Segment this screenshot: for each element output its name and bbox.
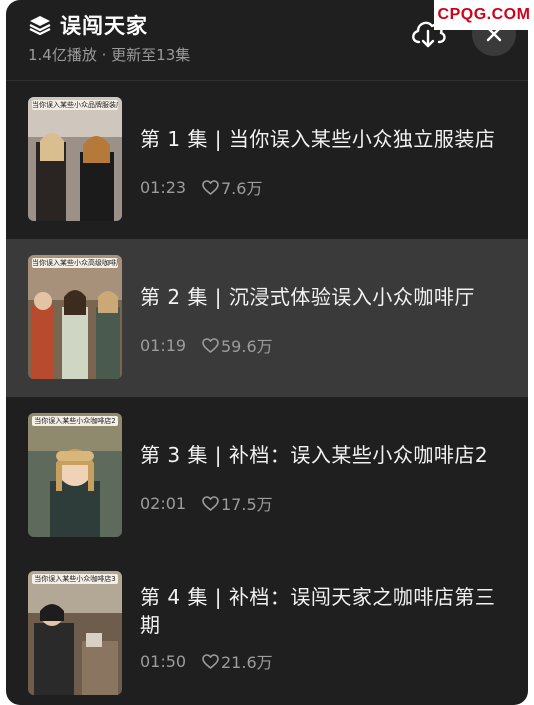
episode-item-2[interactable]: 当你误入某些小众高级咖啡厅 第 2 集 | 沉浸式体验误入小众咖啡厅 01:19…	[6, 239, 528, 397]
episode-meta: 01:23 7.6万	[140, 175, 262, 199]
heart-icon	[202, 653, 219, 669]
episode-title: 第 3 集 | 补档：误入某些小众咖啡店2	[140, 443, 489, 467]
episode-item-4[interactable]: 当你误入某些小众咖啡店3 第 4 集 | 补档：误闯天家之咖啡店第三期 01:5…	[6, 555, 528, 705]
episode-meta: 01:50 21.6万	[140, 649, 273, 673]
episode-thumbnail: 当你误入某些小众咖啡店2	[28, 413, 122, 537]
thumbnail-caption: 当你误入某些小众咖啡店2	[32, 416, 118, 426]
episode-likes: 17.5万	[221, 495, 273, 514]
episode-duration: 01:19	[140, 335, 187, 355]
episode-duration: 01:50	[140, 651, 187, 671]
stack-icon	[29, 16, 51, 36]
episode-thumbnail: 当你误入某些小众咖啡店3	[28, 571, 122, 695]
episode-meta: 02:01 17.5万	[140, 491, 273, 515]
thumbnail-image	[28, 255, 122, 379]
episode-thumbnail: 当你误入某些小众高级咖啡厅	[28, 255, 122, 379]
collection-subtitle: 1.4亿播放 · 更新至13集	[28, 46, 191, 64]
episode-duration: 01:23	[140, 177, 187, 197]
title-row: 误闯天家	[28, 10, 148, 40]
thumbnail-caption: 当你误入某些小众咖啡店3	[32, 574, 118, 584]
episode-list: 当你误入某些小众品牌服装店 第 1 集 | 当你误入某些小众独立服装店 01:2…	[6, 81, 528, 705]
episode-title: 第 1 集 | 当你误入某些小众独立服装店	[140, 127, 496, 151]
thumbnail-caption: 当你误入某些小众品牌服装店	[32, 100, 118, 110]
episode-list-panel: 误闯天家 1.4亿播放 · 更新至13集 当你误入某些小众品牌服装店 第 1 集…	[6, 0, 528, 705]
episode-likes: 59.6万	[221, 337, 273, 356]
thumbnail-image	[28, 413, 122, 537]
episode-item-1[interactable]: 当你误入某些小众品牌服装店 第 1 集 | 当你误入某些小众独立服装店 01:2…	[6, 81, 528, 239]
episode-meta: 01:19 59.6万	[140, 333, 273, 357]
episode-thumbnail: 当你误入某些小众品牌服装店	[28, 97, 122, 221]
episode-item-3[interactable]: 当你误入某些小众咖啡店2 第 3 集 | 补档：误入某些小众咖啡店2 02:01…	[6, 397, 528, 555]
collection-title: 误闯天家	[60, 14, 148, 38]
thumbnail-image	[28, 97, 122, 221]
watermark-logo: CPQG.COM	[434, 0, 534, 30]
episode-likes: 7.6万	[221, 179, 263, 198]
episode-title: 第 2 集 | 沉浸式体验误入小众咖啡厅	[140, 285, 475, 309]
episode-likes: 21.6万	[221, 653, 273, 672]
episode-title: 第 4 集 | 补档：误闯天家之咖啡店第三期	[140, 585, 496, 637]
heart-icon	[202, 179, 219, 195]
thumbnail-image	[28, 571, 122, 695]
episode-duration: 02:01	[140, 493, 187, 513]
heart-icon	[202, 495, 219, 511]
heart-icon	[202, 337, 219, 353]
thumbnail-caption: 当你误入某些小众高级咖啡厅	[32, 258, 118, 268]
